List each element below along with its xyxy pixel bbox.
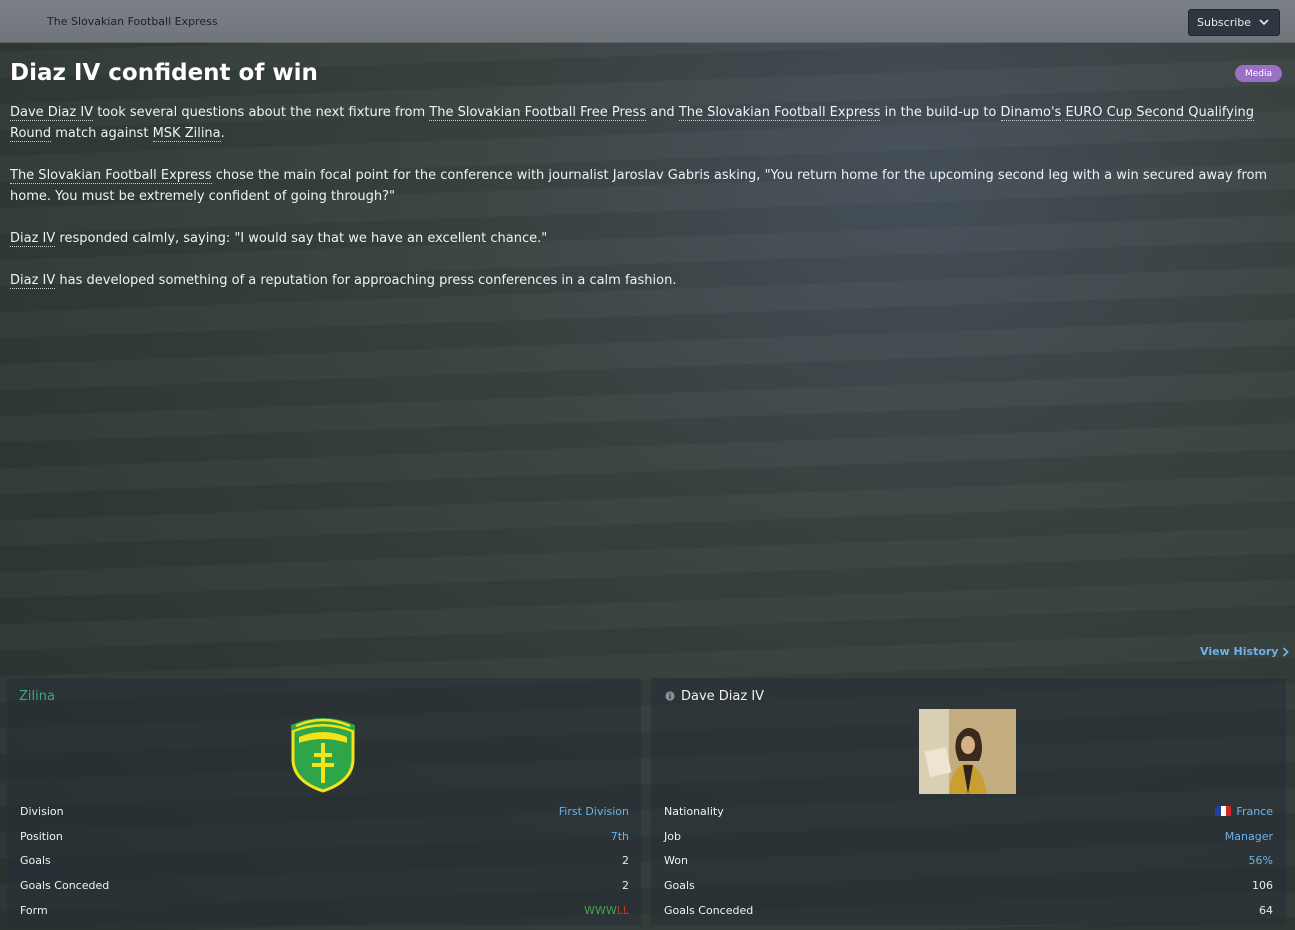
person-link[interactable]: Dave Diaz IV	[10, 105, 94, 121]
stat-label: Goals Conceded	[20, 879, 110, 893]
stat-label: Form	[20, 904, 48, 918]
manager-panel: Dave Diaz IV Nationality France Job Mana…	[651, 677, 1286, 925]
stat-row-goals-conceded: Goals Conceded 2	[20, 873, 629, 898]
subscribe-button[interactable]: Subscribe	[1188, 9, 1280, 36]
article-paragraph: Dave Diaz IV took several questions abou…	[10, 102, 1282, 144]
job-link[interactable]: Manager	[1225, 830, 1273, 843]
stat-label: Goals	[20, 854, 51, 868]
stat-value: 2	[622, 854, 629, 868]
stat-row-goals: Goals 106	[664, 873, 1273, 898]
stat-label: Won	[664, 854, 688, 868]
stat-label: Goals Conceded	[664, 904, 754, 918]
nationality-value: France	[1236, 804, 1273, 818]
club-name-link[interactable]: Zilina	[19, 689, 55, 704]
chevron-down-icon	[1259, 19, 1269, 26]
nationality-link[interactable]: France	[1215, 805, 1273, 818]
text: responded calmly, saying: "I would say t…	[55, 231, 548, 246]
newspaper-link[interactable]: The Slovakian Football Free Press	[429, 105, 647, 121]
stat-label: Nationality	[664, 804, 724, 818]
stat-label: Division	[20, 804, 64, 818]
stat-row-goals: Goals 2	[20, 849, 629, 874]
club-link[interactable]: MSK Zilina	[152, 126, 221, 142]
stat-value: 106	[1252, 879, 1273, 893]
manager-portrait-icon	[919, 709, 1016, 794]
text: has developed something of a reputation …	[55, 273, 677, 288]
article-paragraph: Diaz IV has developed something of a rep…	[10, 270, 1282, 291]
stat-row-job: Job Manager	[664, 824, 1273, 849]
stat-value: 64	[1259, 904, 1273, 918]
stat-row-goals-conceded: Goals Conceded 64	[664, 898, 1273, 923]
text: match against	[51, 126, 153, 141]
text: and	[646, 105, 679, 120]
stat-row-form: Form WWWLL	[20, 898, 629, 923]
text: .	[220, 126, 225, 141]
club-stats: Division First Division Position 7th Goa…	[20, 799, 629, 923]
media-tag[interactable]: Media	[1235, 65, 1282, 82]
form-value: WWWLL	[584, 904, 629, 917]
position-link[interactable]: 7th	[611, 830, 629, 843]
person-link[interactable]: Diaz IV	[10, 231, 56, 247]
stat-label: Position	[20, 829, 63, 843]
stat-value: 2	[622, 879, 629, 893]
stat-row-nationality: Nationality France	[664, 799, 1273, 824]
person-link[interactable]: Diaz IV	[10, 273, 56, 289]
form-losses: LL	[616, 904, 629, 918]
newspaper-link[interactable]: The Slovakian Football Express	[10, 168, 212, 184]
france-flag-icon	[1215, 806, 1232, 817]
newspaper-name: The Slovakian Football Express	[47, 15, 218, 28]
stat-row-position: Position 7th	[20, 824, 629, 849]
stat-row-won: Won 56%	[664, 849, 1273, 874]
text: took several questions about the next fi…	[93, 105, 430, 120]
club-link[interactable]: Dinamo's	[1000, 105, 1062, 121]
stat-row-division: Division First Division	[20, 799, 629, 824]
chevron-right-icon	[1283, 646, 1290, 657]
manager-photo[interactable]	[919, 709, 1016, 794]
manager-stats: Nationality France Job Manager Won 56% G…	[664, 799, 1273, 923]
view-history-label: View History	[1200, 645, 1279, 658]
article-headline: Diaz IV confident of win	[10, 60, 318, 86]
article-paragraph: Diaz IV responded calmly, saying: "I wou…	[10, 228, 1282, 249]
division-link[interactable]: First Division	[559, 805, 629, 818]
article-body: Dave Diaz IV took several questions abou…	[10, 102, 1282, 312]
top-bar: The Slovakian Football Express Subscribe	[0, 0, 1295, 43]
manager-name-link[interactable]: Dave Diaz IV	[681, 689, 764, 704]
view-history-link[interactable]: View History	[1200, 645, 1290, 658]
subscribe-label: Subscribe	[1197, 16, 1252, 29]
stat-label: Goals	[664, 879, 695, 893]
club-crest-icon[interactable]	[288, 711, 358, 793]
article-paragraph: The Slovakian Football Express chose the…	[10, 165, 1282, 207]
stat-label: Job	[664, 829, 681, 843]
club-panel: Zilina Division First Division Position …	[7, 677, 641, 925]
won-link[interactable]: 56%	[1249, 854, 1273, 867]
form-wins: WWW	[584, 904, 617, 918]
newspaper-link[interactable]: The Slovakian Football Express	[678, 105, 881, 121]
info-icon[interactable]	[665, 691, 675, 701]
text: in the build-up to	[880, 105, 1001, 120]
